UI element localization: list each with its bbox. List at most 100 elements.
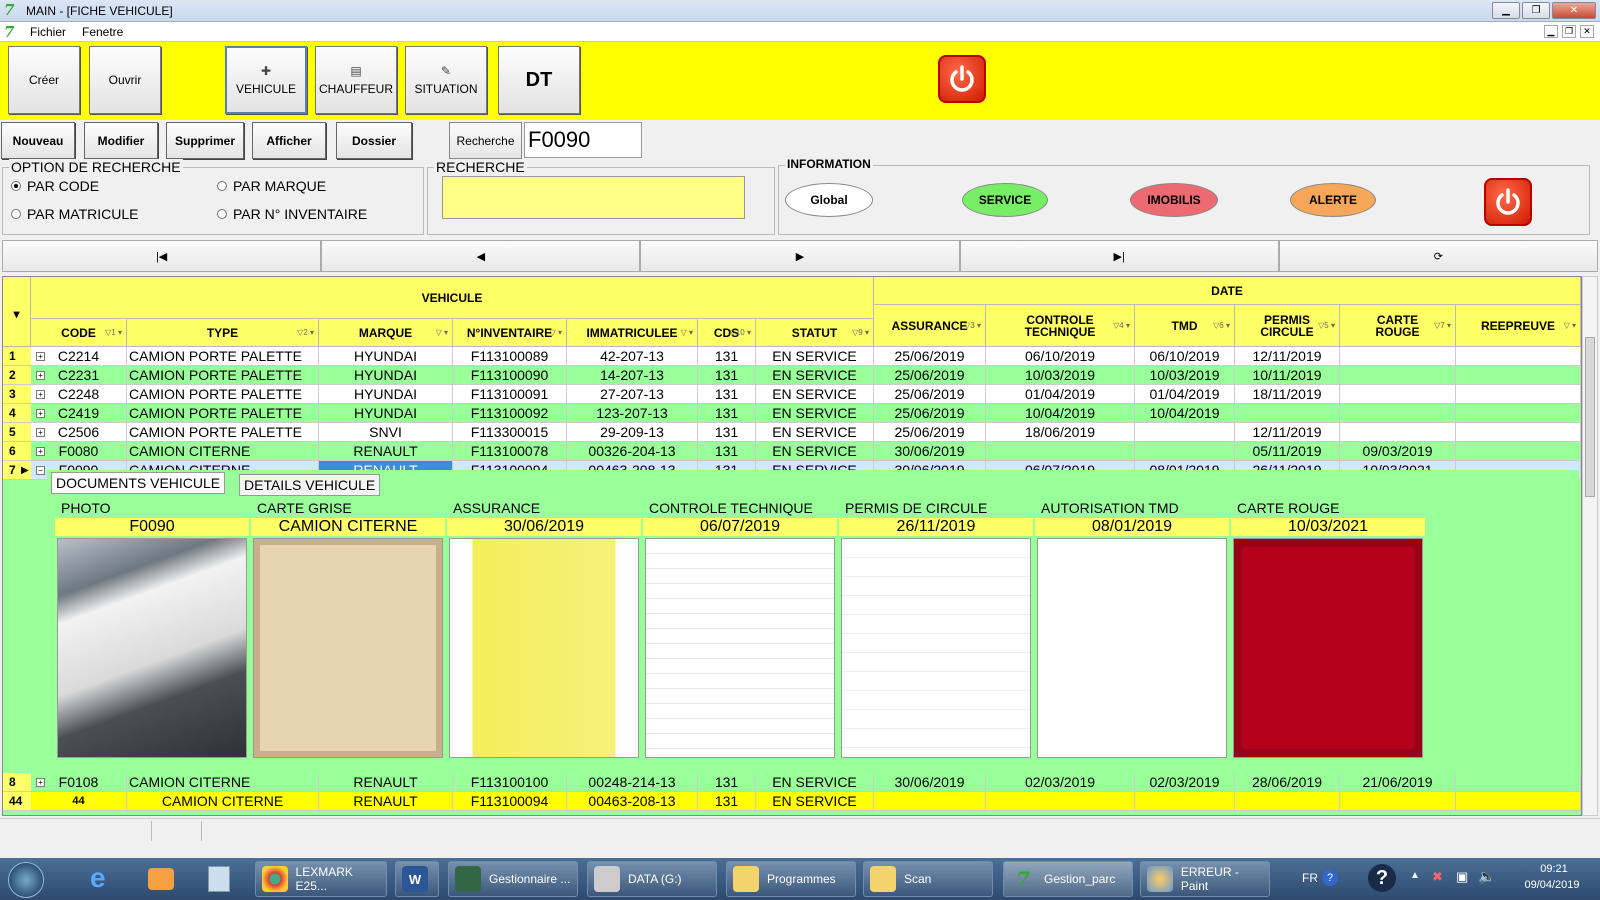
- volume-icon[interactable]: 🔈: [1478, 868, 1495, 885]
- cell-ass[interactable]: 25/06/2019: [874, 366, 986, 385]
- cell-code[interactable]: F0108: [31, 773, 127, 792]
- cell-tmd[interactable]: 06/10/2019: [1135, 347, 1235, 366]
- radio-par-matricule[interactable]: PAR MATRICULE: [11, 206, 139, 222]
- cell-ree[interactable]: [1456, 423, 1581, 442]
- document-scan-image[interactable]: [645, 538, 835, 758]
- action-center-icon[interactable]: ▣: [1456, 869, 1468, 885]
- table-row[interactable]: 4 + C2419 CAMION PORTE PALETTE HYUNDAI F11310…: [3, 404, 1581, 423]
- taskbar-data[interactable]: DATA (G:): [587, 861, 717, 897]
- cell-code[interactable]: C2419: [31, 404, 127, 423]
- cell-inv[interactable]: F113100089: [453, 347, 567, 366]
- filter-icon[interactable]: ▽3 ▾: [964, 320, 981, 332]
- power-icon[interactable]: [938, 55, 986, 103]
- vertical-scrollbar[interactable]: [1582, 276, 1598, 816]
- taskbar-word[interactable]: W: [395, 861, 439, 897]
- filter-icon[interactable]: ▽6 ▾: [1213, 320, 1230, 332]
- taskbar-scan[interactable]: Scan: [863, 861, 993, 897]
- network-icon[interactable]: ✖: [1432, 869, 1443, 885]
- cell-cds[interactable]: 131: [698, 385, 756, 404]
- clock-date[interactable]: 09/04/2019: [1512, 879, 1592, 891]
- ouvrir-button[interactable]: Ouvrir: [89, 46, 161, 114]
- cell-cds[interactable]: 131: [698, 347, 756, 366]
- column-header-tmd[interactable]: TMD ▽6 ▾: [1135, 305, 1235, 347]
- cell-marque[interactable]: HYUNDAI: [319, 366, 453, 385]
- first-record-icon[interactable]: |◀: [2, 240, 322, 272]
- cell-statut[interactable]: EN SERVICE: [756, 366, 874, 385]
- filter-icon[interactable]: ▽5 ▾: [1318, 320, 1335, 332]
- cell-cds[interactable]: 131: [698, 773, 756, 792]
- cell-statut[interactable]: EN SERVICE: [756, 347, 874, 366]
- cell-permis[interactable]: 05/11/2019: [1235, 442, 1340, 461]
- cell-immat[interactable]: 123-207-13: [567, 404, 698, 423]
- filter-icon[interactable]: ▽10 ▾: [730, 327, 751, 339]
- cell-code[interactable]: C2214: [31, 347, 127, 366]
- show-hidden-icons-icon[interactable]: ▲: [1410, 870, 1420, 881]
- cell-permis[interactable]: 10/11/2019: [1235, 366, 1340, 385]
- cell-type[interactable]: CAMION PORTE PALETTE: [127, 423, 319, 442]
- column-header-carte[interactable]: CARTE ROUGE ▽7 ▾: [1340, 305, 1456, 347]
- cell-cds[interactable]: 131: [698, 404, 756, 423]
- refresh-icon[interactable]: ⟳: [1278, 240, 1599, 272]
- table-row[interactable]: 6 + F0080 CAMION CITERNE RENAULT F113100078 00…: [3, 442, 1581, 461]
- cell-carte[interactable]: [1340, 404, 1456, 423]
- column-header-marque[interactable]: MARQUE ▽ ▾: [319, 319, 453, 347]
- cell-ass[interactable]: 25/06/2019: [874, 423, 986, 442]
- cell-permis[interactable]: 28/06/2019: [1235, 773, 1340, 792]
- chauffeur-button[interactable]: ▤ CHAUFFEUR: [315, 46, 397, 114]
- cell-inv[interactable]: F113100091: [453, 385, 567, 404]
- close-icon[interactable]: ✕: [1552, 2, 1596, 19]
- filter-icon[interactable]: ▽4 ▾: [1113, 320, 1130, 332]
- afficher-button[interactable]: Afficher: [252, 122, 326, 159]
- cell-tmd[interactable]: 01/04/2019: [1135, 385, 1235, 404]
- taskbar-lexmark[interactable]: LEXMARK E25...: [255, 861, 387, 897]
- cell-inv[interactable]: F113100094: [453, 792, 567, 811]
- filter-icon[interactable]: ▽2 ▾: [297, 327, 314, 339]
- nouveau-button[interactable]: Nouveau: [1, 122, 75, 159]
- cell-cds[interactable]: 131: [698, 366, 756, 385]
- filter-icon[interactable]: ▽1 ▾: [105, 327, 122, 339]
- tab-documents-vehicule[interactable]: DOCUMENTS VEHICULE: [51, 472, 226, 494]
- tab-details-vehicule[interactable]: DETAILS VEHICULE: [239, 474, 381, 496]
- cell-ass[interactable]: 25/06/2019: [874, 385, 986, 404]
- radio-par-code[interactable]: PAR CODE: [11, 178, 99, 194]
- document-scan-image[interactable]: [253, 538, 443, 758]
- cell-type[interactable]: CAMION CITERNE: [127, 773, 319, 792]
- cell-cds[interactable]: 131: [698, 792, 756, 811]
- column-header-type[interactable]: TYPE ▽2 ▾: [127, 319, 319, 347]
- vehicle-photo[interactable]: [57, 538, 247, 758]
- cell-immat[interactable]: 42-207-13: [567, 347, 698, 366]
- cell-ree[interactable]: [1456, 385, 1581, 404]
- table-row[interactable]: 5 + C2506 CAMION PORTE PALETTE SNVI F11330001…: [3, 423, 1581, 442]
- document-scan-image[interactable]: [1037, 538, 1227, 758]
- cell-ass[interactable]: 25/06/2019: [874, 404, 986, 423]
- cell-tmd[interactable]: 10/03/2019: [1135, 366, 1235, 385]
- cell-type[interactable]: CAMION CITERNE: [127, 792, 319, 811]
- taskbar-paint[interactable]: ERREUR - Paint: [1140, 861, 1270, 897]
- minimize-icon[interactable]: ▁: [1492, 2, 1520, 19]
- mdi-restore-icon[interactable]: ❐: [1562, 25, 1576, 38]
- cell-marque[interactable]: RENAULT: [319, 442, 453, 461]
- cell-ree[interactable]: [1456, 366, 1581, 385]
- column-header-statut[interactable]: STATUT ▽9 ▾: [756, 319, 874, 347]
- table-row[interactable]: 8 + F0108 CAMION CITERNE RENAULT F113100100 00…: [3, 773, 1581, 792]
- situation-button[interactable]: ✎ SITUATION: [405, 46, 487, 114]
- supprimer-button[interactable]: Supprimer: [166, 122, 244, 159]
- column-header-ree[interactable]: REEPREUVE ▽ ▾: [1456, 305, 1581, 347]
- cell-inv[interactable]: F113100078: [453, 442, 567, 461]
- cell-marque[interactable]: SNVI: [319, 423, 453, 442]
- column-header-ass[interactable]: ASSURANCE ▽3 ▾: [874, 305, 986, 347]
- filter-icon[interactable]: ▽ ▾: [436, 327, 448, 339]
- cell-ct[interactable]: 02/03/2019: [986, 773, 1135, 792]
- cell-type[interactable]: CAMION CITERNE: [127, 442, 319, 461]
- cell-ass[interactable]: 30/06/2019: [874, 773, 986, 792]
- start-icon[interactable]: [8, 862, 44, 898]
- cell-statut[interactable]: EN SERVICE: [756, 423, 874, 442]
- filter-icon[interactable]: ▽7 ▾: [1434, 320, 1451, 332]
- scroll-thumb[interactable]: [1585, 337, 1595, 497]
- alerte-button[interactable]: ALERTE: [1290, 183, 1376, 217]
- filter-icon[interactable]: ▽ ▾: [681, 327, 693, 339]
- cell-ct[interactable]: 01/04/2019: [986, 385, 1135, 404]
- column-header-immat[interactable]: IMMATRICULEE ▽ ▾: [567, 319, 698, 347]
- taskbar-gestionnaire[interactable]: Gestionnaire ...: [448, 861, 578, 897]
- cell-ct[interactable]: 18/06/2019: [986, 423, 1135, 442]
